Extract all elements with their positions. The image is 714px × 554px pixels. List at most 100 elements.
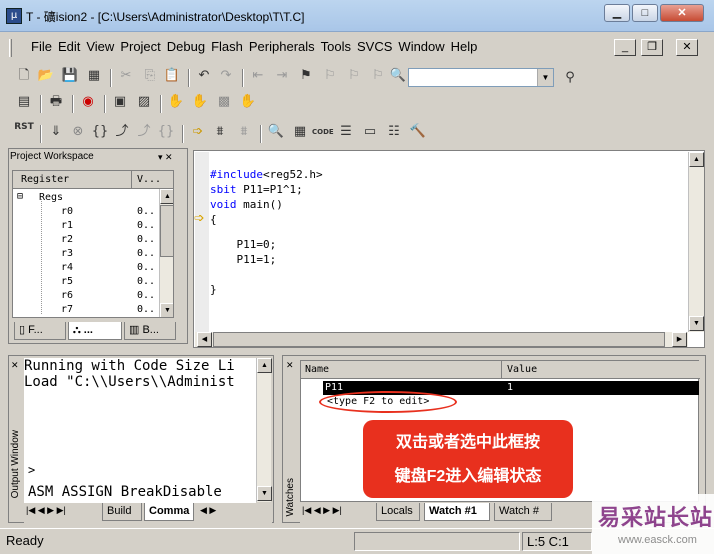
menu-peripherals[interactable]: Peripherals [246, 36, 318, 57]
regs-expand-icon[interactable]: ⊟ [17, 191, 23, 202]
column-name[interactable]: Name [305, 364, 329, 375]
tools-hammer-icon[interactable]: 🔨 [408, 122, 428, 142]
register-value[interactable]: 0.. [137, 276, 155, 287]
step-out-icon[interactable]: ⤴ [134, 122, 154, 142]
tab-nav-arrows-icon[interactable]: |◀ ◀ ▶ ▶| [302, 505, 342, 516]
memory-window-icon[interactable]: ▦ [290, 122, 310, 142]
tab-files[interactable]: ▯ F... [14, 322, 66, 340]
bookmark-toggle-icon[interactable]: ⚑ [296, 66, 316, 86]
mdi-restore-button[interactable]: ❐ [641, 39, 663, 56]
menu-tools[interactable]: Tools [318, 36, 354, 57]
bookmark-prev-icon[interactable]: ⚐ [344, 66, 364, 86]
unindent-icon[interactable]: ⇥ [272, 66, 292, 86]
mdi-close-button[interactable]: ✕ [676, 39, 698, 56]
minimize-button[interactable]: ▁ [604, 4, 630, 22]
close-button[interactable]: ✕ [660, 4, 704, 22]
tab-locals[interactable]: Locals [376, 503, 420, 521]
editor-hscrollbar[interactable]: ◀ ▶ [195, 332, 688, 347]
logic-analyzer-icon[interactable]: ☷ [384, 122, 404, 142]
scroll-up-arrow-icon[interactable]: ▲ [257, 358, 272, 373]
show-next-statement-icon[interactable]: ➩ [188, 122, 208, 142]
serial-window-icon[interactable]: ▭ [360, 122, 380, 142]
new-file-icon[interactable]: 🗋 [14, 66, 34, 86]
scroll-down-arrow-icon[interactable]: ▼ [689, 316, 704, 331]
register-value[interactable]: 0.. [137, 220, 155, 231]
register-value[interactable]: 0.. [137, 304, 155, 315]
mdi-minimize-button[interactable]: _ [614, 39, 636, 56]
tab-watch-2[interactable]: Watch # [494, 503, 552, 521]
reset-icon[interactable]: RST [14, 122, 34, 142]
watch-value[interactable]: 1 [507, 382, 513, 393]
scroll-left-arrow-icon[interactable]: ◀ [197, 332, 212, 347]
register-value[interactable]: 0.. [137, 262, 155, 273]
scroll-thumb[interactable] [213, 332, 665, 347]
chevron-down-icon[interactable]: ▼ [537, 69, 553, 86]
cut-icon[interactable]: ✂ [116, 66, 136, 86]
output-scrollbar[interactable]: ▲ ▼ [256, 358, 272, 502]
menu-project[interactable]: Project [117, 36, 163, 57]
output-text-area[interactable]: Running with Code Size Li Load "C:\\User… [24, 358, 256, 506]
register-value[interactable]: 0.. [137, 290, 155, 301]
watch-window-icon[interactable]: 🔍 [266, 122, 286, 142]
workspace-title-controls[interactable]: ▾ ✕ [158, 152, 173, 163]
binoculars-icon[interactable]: ⚲ [560, 68, 580, 88]
menu-file[interactable]: File [28, 36, 55, 57]
tab-watch-1[interactable]: Watch #1 [424, 503, 490, 521]
menu-svcs[interactable]: SVCS [354, 36, 395, 57]
redo-icon[interactable]: ↷ [216, 66, 236, 86]
scroll-down-arrow-icon[interactable]: ▼ [257, 486, 272, 501]
menu-flash[interactable]: Flash [208, 36, 246, 57]
open-file-icon[interactable]: 📂 [36, 66, 56, 86]
register-scrollbar[interactable]: ▲ ▼ [159, 189, 173, 317]
translate-icon[interactable]: ▤ [14, 92, 34, 112]
run-to-cursor-icon[interactable]: {} [156, 122, 176, 142]
app-icon[interactable]: μ [6, 8, 22, 24]
paste-icon[interactable]: 📋 [162, 66, 182, 86]
tab-books[interactable]: ▥ B... [124, 322, 176, 340]
scroll-right-arrow-icon[interactable]: ▶ [672, 332, 687, 347]
code-coverage-icon[interactable]: CODE [312, 122, 334, 142]
watch-close-icon[interactable]: ✕ [286, 360, 294, 371]
column-value[interactable]: V... [137, 174, 161, 185]
register-value[interactable]: 0.. [137, 248, 155, 259]
scroll-up-arrow-icon[interactable]: ▲ [160, 189, 173, 204]
hand-icon[interactable]: ✋ [166, 92, 186, 112]
scroll-down-arrow-icon[interactable]: ▼ [160, 303, 173, 317]
kill-breakpoints-icon[interactable]: ✋ [238, 92, 258, 112]
maximize-button[interactable]: □ [632, 4, 658, 22]
tab-build[interactable]: Build [102, 503, 142, 521]
column-value[interactable]: Value [507, 364, 537, 375]
trace-icon[interactable]: ⩩ [234, 122, 254, 142]
menu-view[interactable]: View [83, 36, 117, 57]
copy-icon[interactable]: ⎘ [140, 66, 160, 86]
menu-window[interactable]: Window [395, 36, 447, 57]
print-icon[interactable]: 🖶 [46, 92, 66, 112]
tab-scroll-arrows-icon[interactable]: ◀ ▶ [200, 505, 216, 516]
menu-help[interactable]: Help [448, 36, 481, 57]
editor-gutter[interactable] [195, 152, 209, 332]
run-icon[interactable]: ⇓ [46, 122, 66, 142]
workspace-window-icon[interactable]: ▣ [110, 92, 130, 112]
save-all-icon[interactable]: ▦ [84, 66, 104, 86]
register-value[interactable]: 0.. [137, 234, 155, 245]
tab-nav-arrows-icon[interactable]: |◀ ◀ ▶ ▶| [26, 505, 66, 516]
debug-session-icon[interactable]: ◉ [78, 92, 98, 112]
tab-command[interactable]: Comma [144, 503, 194, 521]
disassembly-icon[interactable]: ⩩ [210, 122, 230, 142]
bookmark-clear-icon[interactable]: ⚐ [368, 66, 388, 86]
register-value[interactable]: 0.. [137, 206, 155, 217]
tab-registers[interactable]: ⛬ ... [68, 322, 122, 340]
menu-debug[interactable]: Debug [164, 36, 208, 57]
undo-icon[interactable]: ↶ [194, 66, 214, 86]
menu-edit[interactable]: Edit [55, 36, 83, 57]
scroll-up-arrow-icon[interactable]: ▲ [689, 152, 704, 167]
output-window-icon[interactable]: ▨ [134, 92, 154, 112]
command-prompt[interactable]: > [28, 462, 35, 478]
step-over-icon[interactable]: ⤴ [112, 122, 132, 142]
find-in-files-icon[interactable]: 🔍 [388, 66, 408, 86]
performance-analyzer-icon[interactable]: ☰ [336, 122, 356, 142]
column-register[interactable]: Register [21, 174, 69, 185]
find-combo[interactable]: ▼ [408, 68, 554, 87]
output-close-icon[interactable]: ✕ [11, 360, 19, 371]
save-icon[interactable]: 💾 [60, 66, 80, 86]
